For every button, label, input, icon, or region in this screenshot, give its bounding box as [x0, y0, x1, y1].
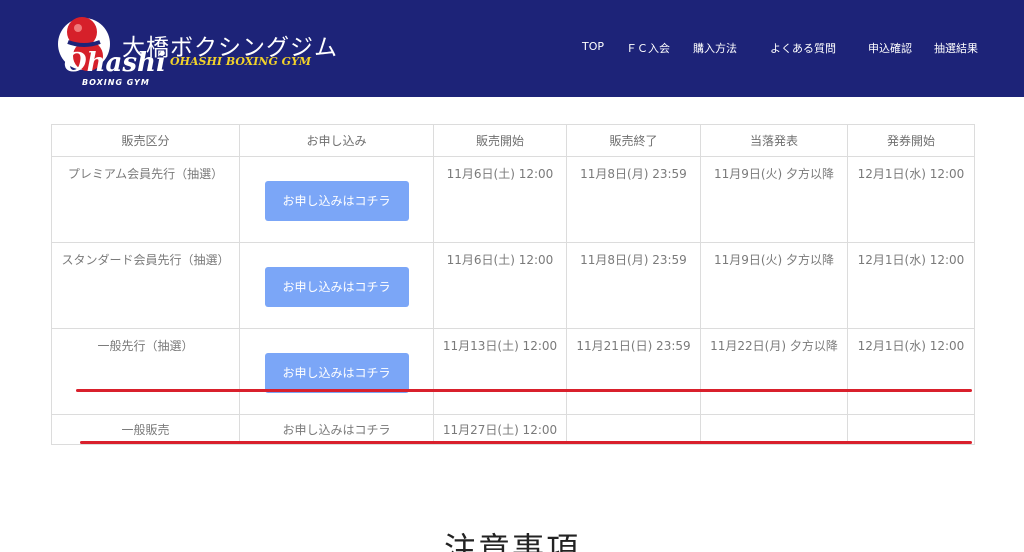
cell-end: 11月21日(日) 23:59	[566, 328, 701, 415]
cell-start: 11月27日(土) 12:00	[433, 414, 567, 445]
notes-section-title: 注意事項	[443, 530, 580, 552]
cell-start: 11月13日(土) 12:00	[433, 328, 567, 415]
cell-start: 11月6日(土) 12:00	[433, 242, 567, 329]
cell-announce	[700, 414, 848, 445]
cell-ticket	[847, 414, 975, 445]
apply-button[interactable]: お申し込みはコチラ	[264, 181, 409, 221]
header-category: 販売区分	[51, 124, 240, 157]
cell-category: スタンダード会員先行（抽選）	[51, 242, 240, 329]
header-sale-end: 販売終了	[566, 124, 701, 157]
sales-schedule-table-wrap: 販売区分 お申し込み 販売開始 販売終了 当落発表 発券開始 プレミアム会員先行…	[51, 124, 975, 445]
apply-button[interactable]: お申し込みはコチラ	[264, 353, 409, 393]
cell-ticket: 12月1日(水) 12:00	[847, 328, 975, 415]
nav-item-how-to-buy[interactable]: 購入方法	[693, 40, 737, 56]
cell-end: 11月8日(月) 23:59	[566, 242, 701, 329]
cell-category: 一般先行（抽選）	[51, 328, 240, 415]
header-apply: お申し込み	[239, 124, 434, 157]
header-ticketing-start: 発券開始	[847, 124, 975, 157]
table-row: プレミアム会員先行（抽選） お申し込みはコチラ 11月6日(土) 12:00 1…	[51, 156, 975, 243]
cell-ticket: 12月1日(水) 12:00	[847, 242, 975, 329]
sales-schedule-table: 販売区分 お申し込み 販売開始 販売終了 当落発表 発券開始 プレミアム会員先行…	[51, 124, 975, 445]
cell-announce: 11月22日(月) 夕方以降	[700, 328, 848, 415]
main-nav: TOP ＦＣ入会 購入方法 よくある質問 申込確認 抽選結果	[0, 40, 1024, 56]
table-header-row: 販売区分 お申し込み 販売開始 販売終了 当落発表 発券開始	[51, 124, 975, 157]
cell-category: 一般販売	[51, 414, 240, 445]
nav-item-faq[interactable]: よくある質問	[770, 40, 836, 56]
header-sale-start: 販売開始	[433, 124, 567, 157]
cell-start: 11月6日(土) 12:00	[433, 156, 567, 243]
cell-category: プレミアム会員先行（抽選）	[51, 156, 240, 243]
cell-apply: お申し込みはコチラ	[239, 414, 434, 445]
cell-apply: お申し込みはコチラ	[239, 156, 434, 243]
table-row: 一般販売 お申し込みはコチラ 11月27日(土) 12:00	[51, 414, 975, 445]
nav-item-lottery-results[interactable]: 抽選結果	[934, 40, 978, 56]
apply-link[interactable]: お申し込みはコチラ	[282, 423, 390, 437]
logo-subtitle: BOXING GYM	[82, 78, 150, 87]
apply-button[interactable]: お申し込みはコチラ	[264, 267, 409, 307]
logo-english-name: OHASHI BOXING GYM	[170, 55, 312, 68]
nav-item-top[interactable]: TOP	[582, 40, 604, 53]
cell-apply: お申し込みはコチラ	[239, 328, 434, 415]
cell-announce: 11月9日(火) 夕方以降	[700, 156, 848, 243]
site-header: 大橋ボクシングジム OHASHI BOXING GYM Ohashi BOXIN…	[0, 0, 1024, 97]
cell-announce: 11月9日(火) 夕方以降	[700, 242, 848, 329]
cell-end	[566, 414, 701, 445]
nav-item-fc-join[interactable]: ＦＣ入会	[626, 40, 670, 56]
table-row: スタンダード会員先行（抽選） お申し込みはコチラ 11月6日(土) 12:00 …	[51, 242, 975, 329]
cell-end: 11月8日(月) 23:59	[566, 156, 701, 243]
nav-item-application-check[interactable]: 申込確認	[868, 40, 912, 56]
cell-ticket: 12月1日(水) 12:00	[847, 156, 975, 243]
header-announcement: 当落発表	[700, 124, 848, 157]
table-row: 一般先行（抽選） お申し込みはコチラ 11月13日(土) 12:00 11月21…	[51, 328, 975, 415]
highlight-underline	[76, 389, 972, 392]
highlight-underline	[80, 441, 972, 444]
cell-apply: お申し込みはコチラ	[239, 242, 434, 329]
